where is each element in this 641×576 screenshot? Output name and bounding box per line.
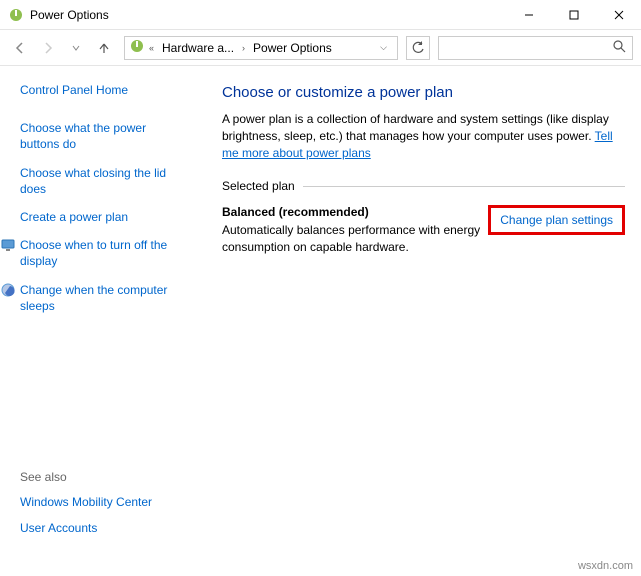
maximize-button[interactable] <box>551 0 596 29</box>
window-controls <box>506 0 641 29</box>
page-heading: Choose or customize a power plan <box>222 84 625 101</box>
sleep-icon <box>0 282 16 298</box>
search-icon[interactable] <box>613 40 626 56</box>
titlebar: Power Options <box>0 0 641 30</box>
seealso-mobility-center[interactable]: Windows Mobility Center <box>20 494 188 510</box>
power-options-icon <box>129 38 145 57</box>
plan-name: Balanced (recommended) <box>222 205 480 219</box>
up-button[interactable] <box>92 36 116 60</box>
forward-button[interactable] <box>36 36 60 60</box>
selected-plan-header: Selected plan <box>222 179 625 193</box>
chevron-right-icon: › <box>240 43 247 53</box>
back-button[interactable] <box>8 36 32 60</box>
recent-dropdown[interactable] <box>64 36 88 60</box>
sidebar-link-turn-off-display[interactable]: Choose when to turn off the display <box>20 237 188 269</box>
breadcrumb-item[interactable]: Power Options <box>249 41 336 55</box>
search-input[interactable] <box>445 41 613 55</box>
refresh-button[interactable] <box>406 36 430 60</box>
control-panel-home-link[interactable]: Control Panel Home <box>20 82 188 98</box>
divider <box>303 186 625 187</box>
selected-plan-label: Selected plan <box>222 179 295 193</box>
sidebar-link-power-buttons[interactable]: Choose what the power buttons do <box>20 120 188 152</box>
sidebar: Control Panel Home Choose what the power… <box>0 66 200 558</box>
breadcrumb-dropdown-icon[interactable]: ⌵ <box>374 42 393 53</box>
change-plan-settings-link[interactable]: Change plan settings <box>488 205 625 235</box>
close-button[interactable] <box>596 0 641 29</box>
see-also-header: See also <box>20 470 188 484</box>
sidebar-link-create-plan[interactable]: Create a power plan <box>20 209 128 225</box>
search-box[interactable] <box>438 36 633 60</box>
window-title: Power Options <box>30 8 506 22</box>
page-description: A power plan is a collection of hardware… <box>222 111 625 161</box>
plan-description: Automatically balances performance with … <box>222 222 480 256</box>
breadcrumb[interactable]: « Hardware a... › Power Options ⌵ <box>124 36 398 60</box>
breadcrumb-item[interactable]: Hardware a... <box>158 41 238 55</box>
sidebar-link-closing-lid[interactable]: Choose what closing the lid does <box>20 165 188 197</box>
display-icon <box>0 237 16 253</box>
address-bar: « Hardware a... › Power Options ⌵ <box>0 30 641 66</box>
minimize-button[interactable] <box>506 0 551 29</box>
power-options-icon <box>8 7 24 23</box>
sidebar-link-computer-sleeps[interactable]: Change when the computer sleeps <box>20 282 188 314</box>
main-content: Choose or customize a power plan A power… <box>200 66 641 558</box>
seealso-user-accounts[interactable]: User Accounts <box>20 520 188 536</box>
chevron-left-icon[interactable]: « <box>147 43 156 53</box>
watermark: wsxdn.com <box>578 560 633 572</box>
